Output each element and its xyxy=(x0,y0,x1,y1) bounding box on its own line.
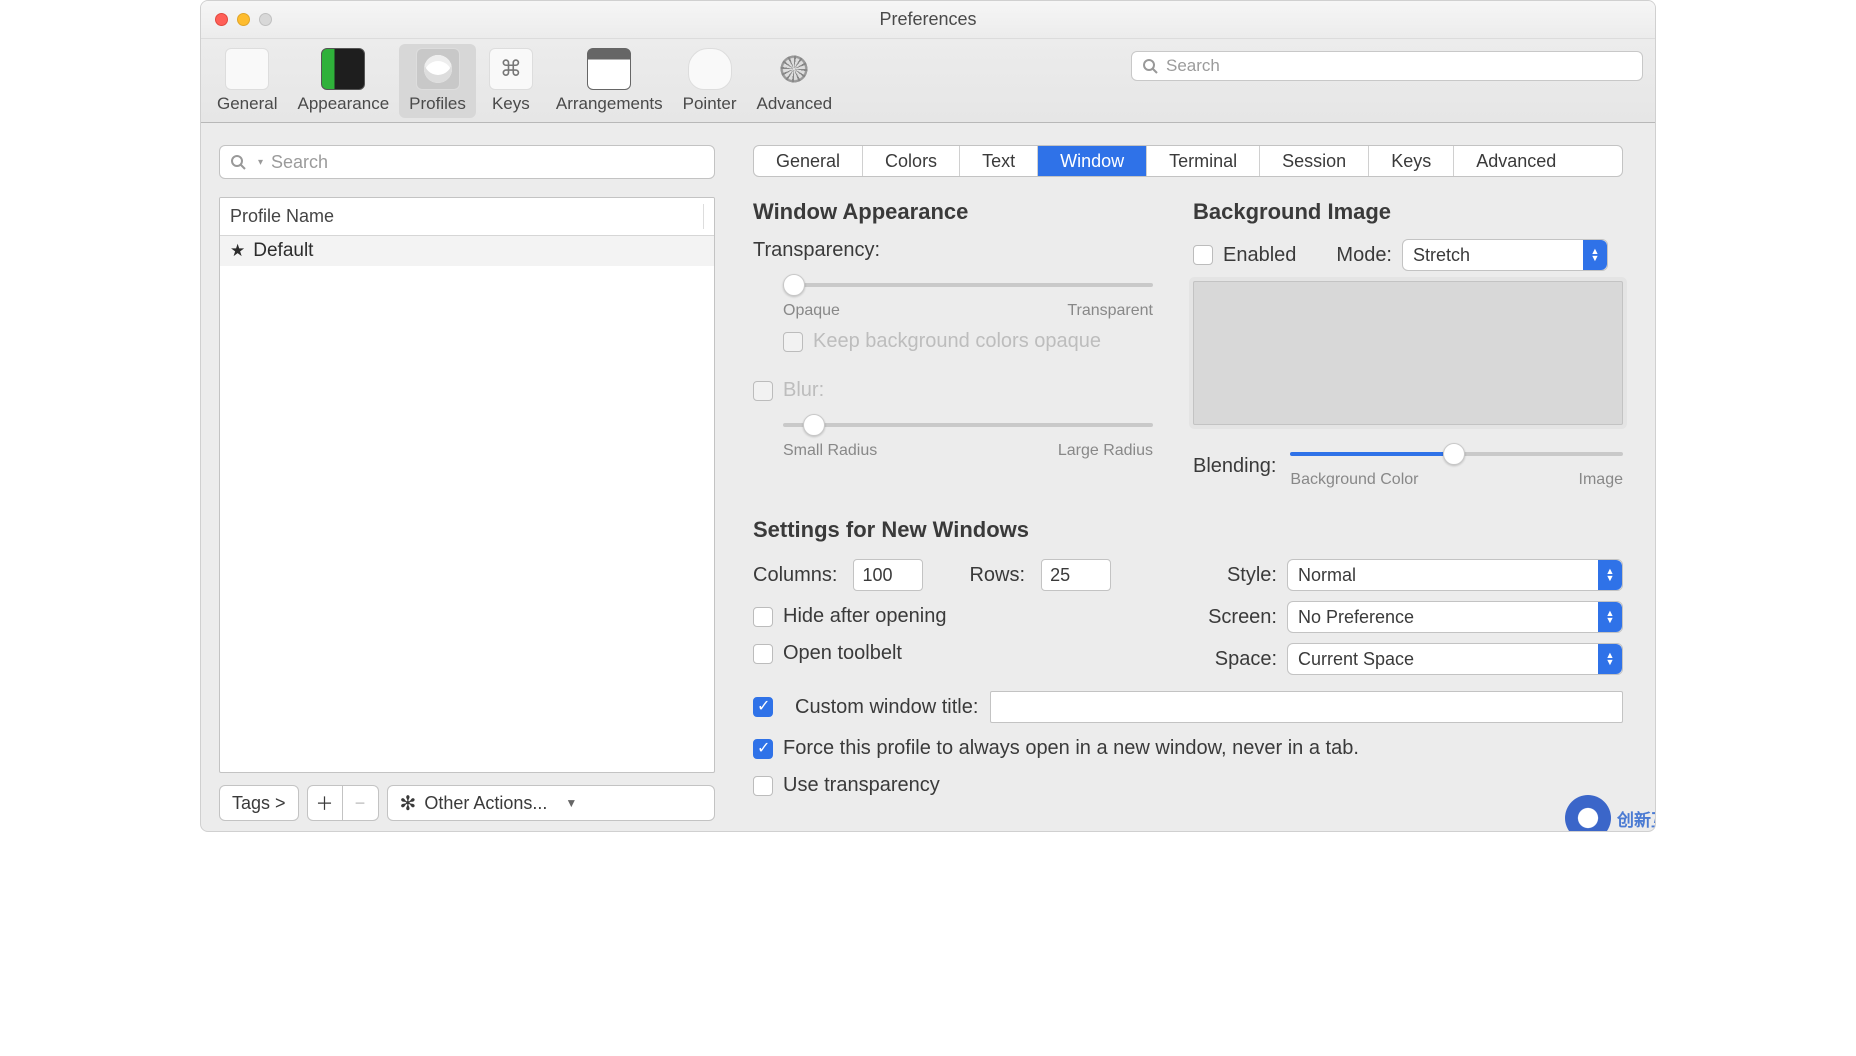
custom-title-input[interactable] xyxy=(990,691,1623,723)
tab-colors[interactable]: Colors xyxy=(863,146,960,176)
profile-list-header[interactable]: Profile Name xyxy=(220,198,714,236)
profile-list: Profile Name ★ Default xyxy=(219,197,715,773)
tab-general[interactable]: General xyxy=(754,146,863,176)
toolbar-search-input[interactable]: Search xyxy=(1131,51,1643,81)
bgimage-well[interactable] xyxy=(1193,281,1623,425)
toolbar-item-general[interactable]: General xyxy=(207,44,287,118)
blending-slider[interactable] xyxy=(1290,443,1623,465)
remove-profile-button: − xyxy=(343,785,379,821)
toolbar-item-pointer[interactable]: Pointer xyxy=(673,44,747,118)
heading-background-image: Background Image xyxy=(1193,199,1623,225)
titlebar: Preferences xyxy=(201,1,1655,39)
space-select[interactable]: Current Space▲▼ xyxy=(1287,643,1623,675)
tab-terminal[interactable]: Terminal xyxy=(1147,146,1260,176)
transparency-slider[interactable] xyxy=(783,274,1153,296)
rows-input[interactable]: 25 xyxy=(1041,559,1111,591)
window-title: Preferences xyxy=(201,9,1655,30)
tab-text[interactable]: Text xyxy=(960,146,1038,176)
toolbar-item-keys[interactable]: ⌘Keys xyxy=(476,44,546,118)
watermark: ✕创新互联 xyxy=(1565,795,1656,832)
style-select[interactable]: Normal▲▼ xyxy=(1287,559,1623,591)
star-icon: ★ xyxy=(230,241,245,261)
chevron-updown-icon: ▲▼ xyxy=(1598,602,1622,632)
profile-tab-bar: General Colors Text Window Terminal Sess… xyxy=(753,145,1623,177)
transparency-label: Transparency: xyxy=(753,239,1153,262)
heading-window-appearance: Window Appearance xyxy=(753,199,1153,225)
use-transparency-checkbox[interactable] xyxy=(753,776,773,796)
tab-advanced[interactable]: Advanced xyxy=(1454,146,1578,176)
toolbar-item-arrangements[interactable]: Arrangements xyxy=(546,44,673,118)
profile-search-input[interactable]: ▾ Search xyxy=(219,145,715,179)
heading-new-windows: Settings for New Windows xyxy=(753,517,1623,543)
tab-session[interactable]: Session xyxy=(1260,146,1369,176)
chevron-updown-icon: ▲▼ xyxy=(1598,644,1622,674)
force-new-window-checkbox[interactable] xyxy=(753,739,773,759)
chevron-updown-icon: ▲▼ xyxy=(1583,240,1607,270)
toolbar: General Appearance Profiles ⌘Keys Arrang… xyxy=(201,39,1655,123)
toolbar-item-advanced[interactable]: Advanced xyxy=(747,44,843,118)
search-icon xyxy=(1142,58,1158,74)
tags-button[interactable]: Tags > xyxy=(219,785,299,821)
keep-bg-opaque-checkbox xyxy=(783,332,803,352)
tab-keys[interactable]: Keys xyxy=(1369,146,1454,176)
toolbar-item-profiles[interactable]: Profiles xyxy=(399,44,476,118)
chevron-down-icon: ▼ xyxy=(565,796,577,810)
blur-slider xyxy=(783,414,1153,436)
bgimage-enabled-checkbox[interactable] xyxy=(1193,245,1213,265)
bgimage-mode-select[interactable]: Stretch▲▼ xyxy=(1402,239,1608,271)
gear-icon xyxy=(773,48,815,90)
profile-row-default[interactable]: ★ Default xyxy=(220,236,714,266)
blur-checkbox xyxy=(753,381,773,401)
tab-window[interactable]: Window xyxy=(1038,146,1147,176)
columns-input[interactable]: 100 xyxy=(853,559,923,591)
screen-select[interactable]: No Preference▲▼ xyxy=(1287,601,1623,633)
search-icon xyxy=(230,154,246,170)
custom-title-checkbox[interactable] xyxy=(753,697,773,717)
toolbar-item-appearance[interactable]: Appearance xyxy=(287,44,399,118)
chevron-updown-icon: ▲▼ xyxy=(1598,560,1622,590)
gear-icon: ✻ xyxy=(400,791,417,816)
add-profile-button[interactable]: ＋ xyxy=(307,785,343,821)
open-toolbelt-checkbox[interactable] xyxy=(753,644,773,664)
other-actions-dropdown[interactable]: ✻Other Actions...▼ xyxy=(387,785,715,821)
hide-after-opening-checkbox[interactable] xyxy=(753,607,773,627)
